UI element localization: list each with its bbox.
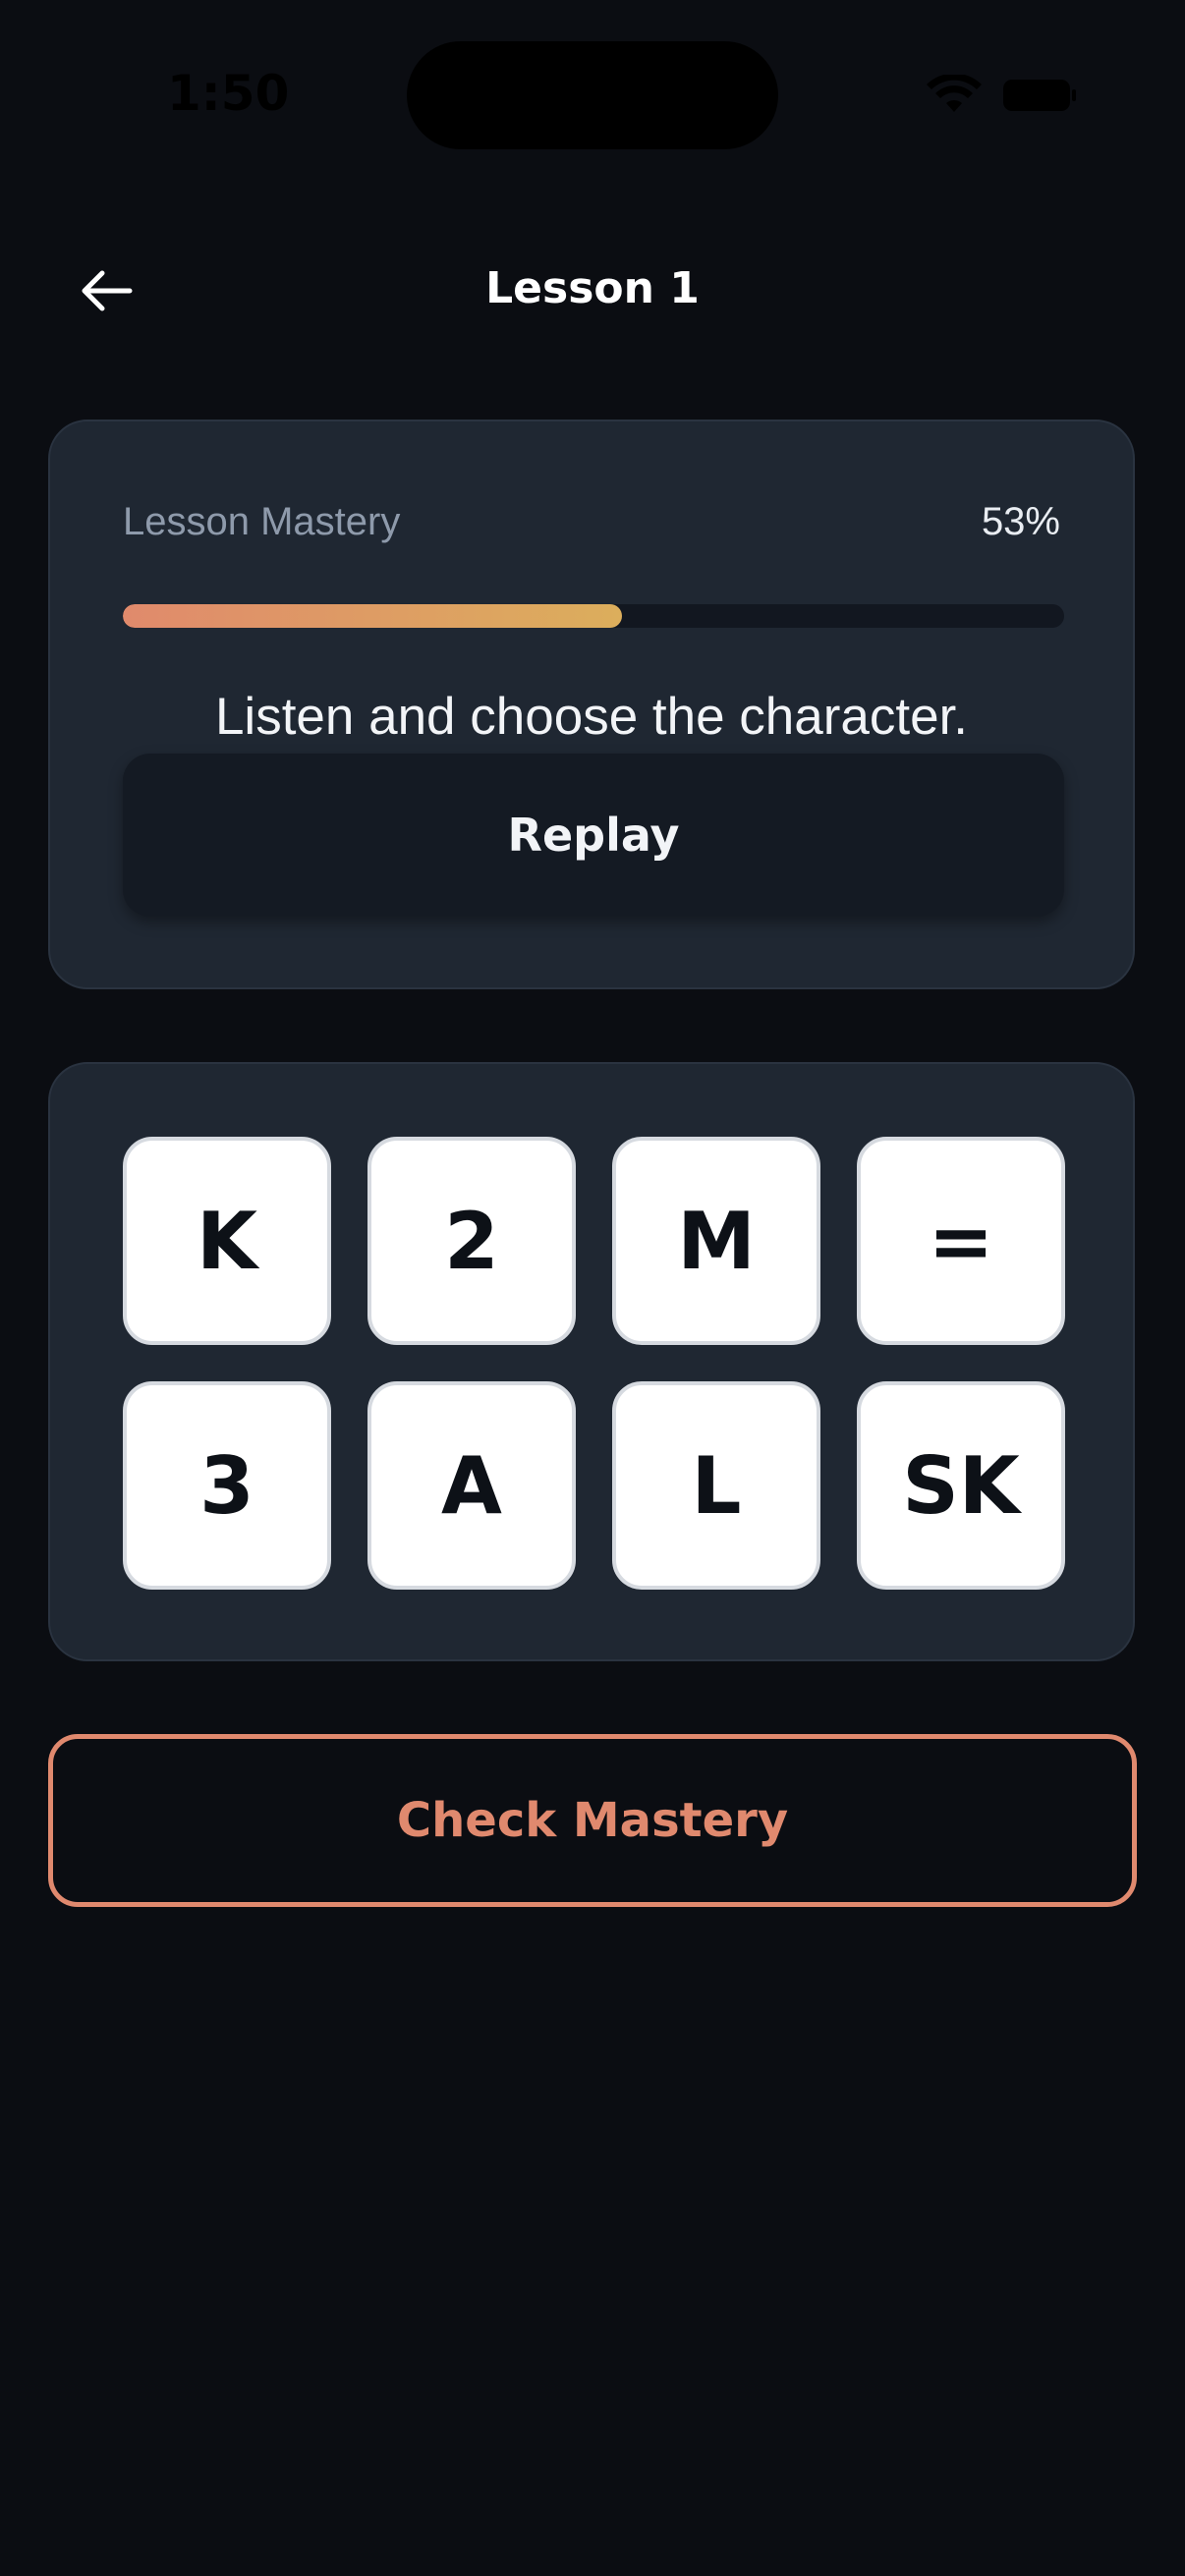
choice-key[interactable]: SK bbox=[857, 1381, 1065, 1590]
mastery-progress-fill bbox=[123, 604, 622, 628]
mastery-card: Lesson Mastery 53% Listen and choose the… bbox=[48, 420, 1135, 989]
mastery-progress-bar bbox=[123, 604, 1064, 628]
choice-key[interactable]: 2 bbox=[367, 1137, 576, 1345]
dynamic-island bbox=[407, 41, 778, 149]
choice-key[interactable]: L bbox=[612, 1381, 820, 1590]
choice-key[interactable]: K bbox=[123, 1137, 331, 1345]
prompt-text: Listen and choose the character. bbox=[214, 688, 969, 746]
choice-key[interactable]: 3 bbox=[123, 1381, 331, 1590]
mastery-percent: 53% bbox=[981, 500, 1060, 543]
choices-card: K 2 M = 3 A L SK bbox=[48, 1062, 1135, 1661]
battery-icon bbox=[1003, 80, 1076, 111]
page-title: Lesson 1 bbox=[485, 263, 700, 313]
status-bar: 1:50 bbox=[0, 0, 1185, 196]
check-mastery-button[interactable]: Check Mastery bbox=[48, 1734, 1137, 1907]
mastery-label: Lesson Mastery bbox=[123, 500, 401, 543]
choice-key[interactable]: M bbox=[612, 1137, 820, 1345]
choice-key[interactable]: = bbox=[857, 1137, 1065, 1345]
replay-button[interactable]: Replay bbox=[123, 754, 1064, 917]
choice-grid: K 2 M = 3 A L SK bbox=[123, 1137, 1066, 1590]
choice-key[interactable]: A bbox=[367, 1381, 576, 1590]
status-time: 1:50 bbox=[167, 65, 290, 122]
wifi-icon bbox=[927, 75, 982, 112]
